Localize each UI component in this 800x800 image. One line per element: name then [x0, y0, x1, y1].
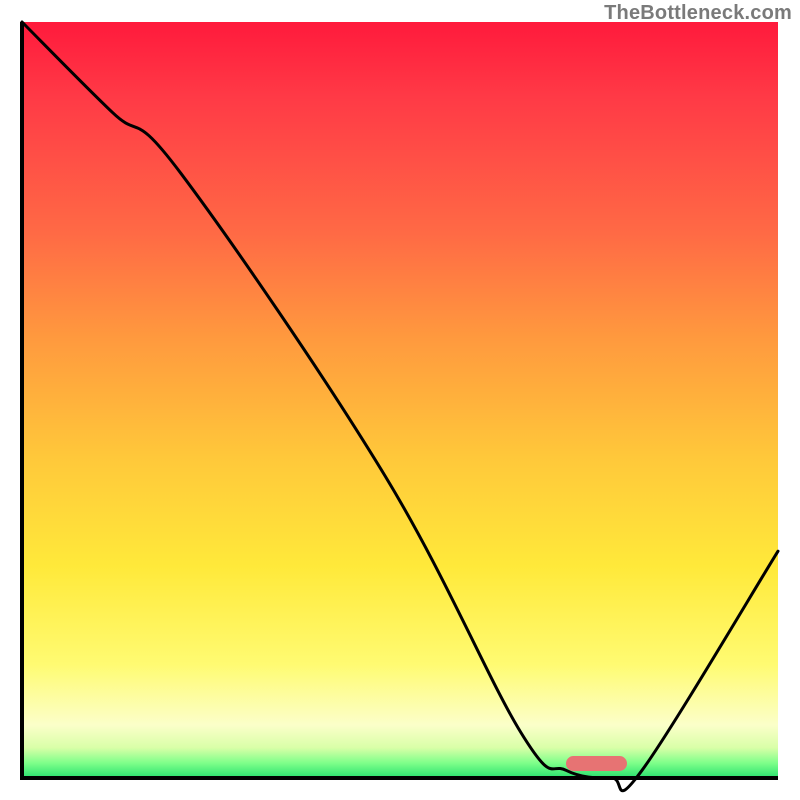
bottleneck-curve-line	[22, 22, 778, 791]
bottleneck-chart: TheBottleneck.com	[0, 0, 800, 800]
curve-layer	[22, 22, 778, 778]
optimal-range-marker	[566, 756, 626, 771]
